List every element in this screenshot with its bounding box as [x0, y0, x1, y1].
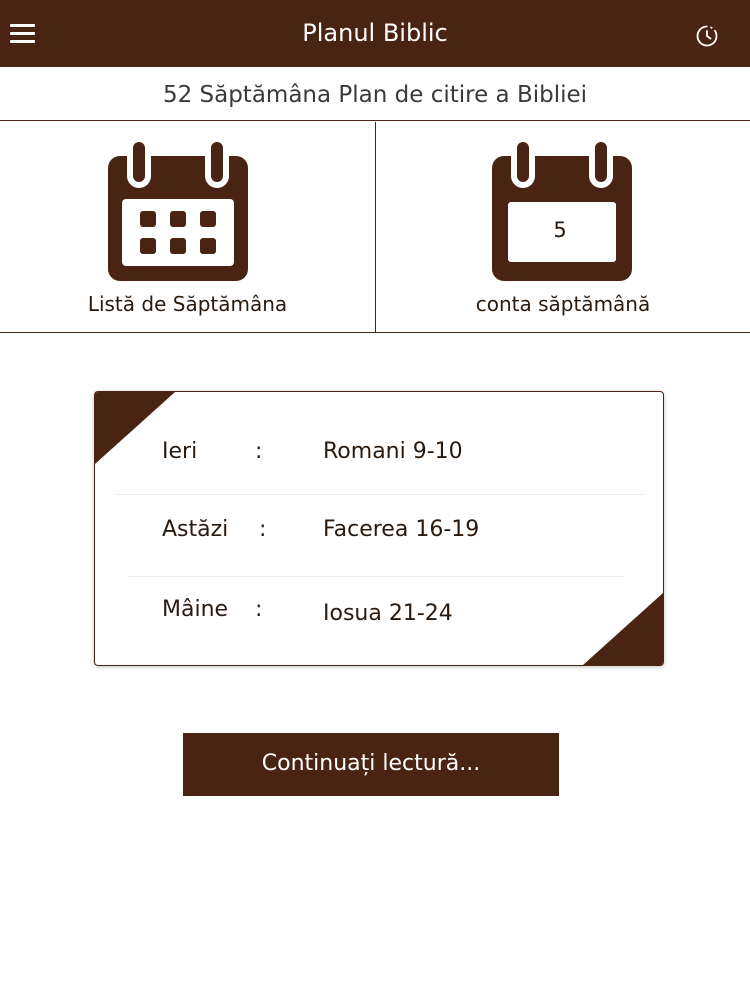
reading-passage: Facerea 16-19 [323, 517, 480, 542]
reading-row-today[interactable]: Astăzi : Facerea 16-19 [95, 517, 663, 557]
week-count-value: 5 [553, 218, 567, 242]
reading-row-tomorrow[interactable]: Mâine : Iosua 21-24 [95, 597, 663, 637]
reading-separator: : [255, 439, 263, 464]
reading-day-label: Astăzi [162, 517, 229, 542]
reading-day-label: Mâine [162, 597, 229, 622]
plan-subtitle: 52 Săptămâna Plan de citire a Bibliei [0, 67, 750, 121]
reading-separator: : [259, 517, 267, 542]
timer-icon[interactable] [694, 22, 720, 48]
hamburger-menu-icon[interactable] [8, 20, 38, 48]
week-list-label: Listă de Săptămâna [87, 292, 288, 316]
reading-separator: : [255, 597, 263, 622]
reading-passage: Romani 9-10 [323, 439, 463, 464]
row-divider [115, 494, 645, 495]
reading-schedule-card: Ieri : Romani 9-10 Astăzi : Facerea 16-1… [94, 391, 664, 666]
row-divider [127, 576, 625, 577]
continue-reading-button[interactable]: Continuați lectură... [183, 733, 559, 796]
calendar-grid-icon [108, 136, 248, 281]
week-count-label: conta săptămână [475, 292, 651, 316]
reading-day-label: Ieri [162, 439, 198, 464]
week-count-tile[interactable]: 5 conta săptămână [376, 122, 750, 333]
reading-passage: Iosua 21-24 [323, 601, 453, 626]
reading-row-yesterday[interactable]: Ieri : Romani 9-10 [95, 439, 663, 479]
week-list-tile[interactable]: Listă de Săptămâna [0, 122, 376, 333]
app-toolbar: Planul Biblic [0, 0, 750, 67]
app-title: Planul Biblic [302, 19, 448, 47]
calendar-number-icon [492, 136, 632, 281]
